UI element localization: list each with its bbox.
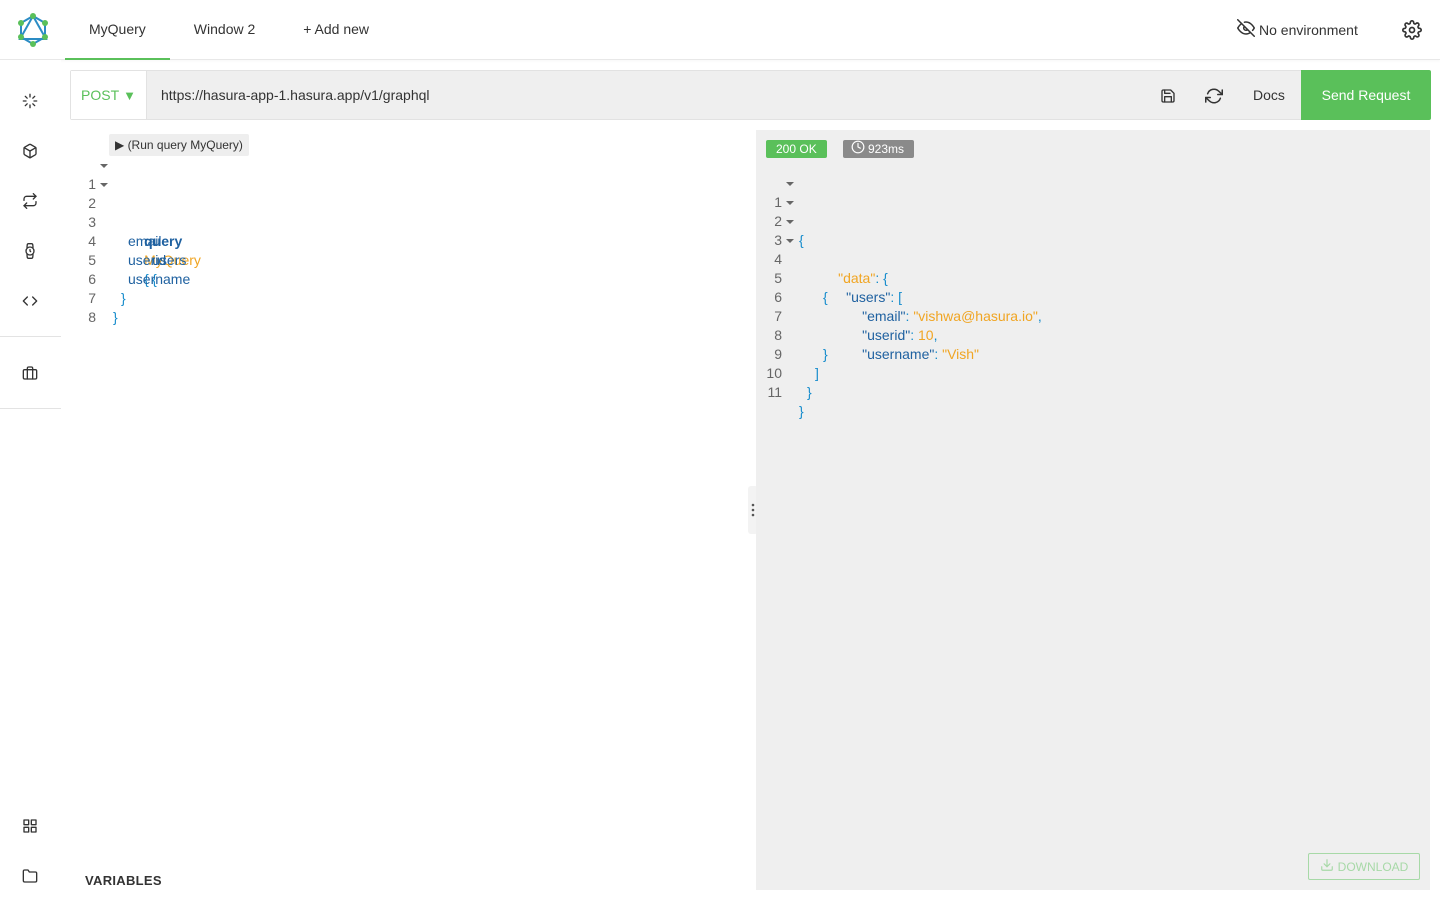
code-line: 8 [70, 289, 96, 325]
top-bar: MyQuery Window 2 + Add new No environmen… [0, 0, 1440, 60]
eye-off-icon [1237, 19, 1255, 40]
response-time-value: 923ms [868, 142, 905, 156]
variables-panel-toggle[interactable]: VARIABLES [85, 873, 162, 888]
http-method-label: POST [81, 87, 120, 103]
sidebar-divider [0, 336, 61, 337]
code-line: 3 email [70, 194, 161, 249]
request-bar: POST ▼ Docs Send Request [70, 70, 1431, 120]
fold-arrow-icon[interactable] [100, 164, 108, 168]
json-value-username: "Vish" [942, 346, 980, 362]
run-query-hint[interactable]: ▶ (Run query MyQuery) [109, 134, 249, 156]
tab-window-2[interactable]: Window 2 [170, 0, 279, 60]
field-username: username [128, 271, 191, 287]
json-brace: { [799, 232, 804, 248]
sidebar [0, 60, 61, 900]
line-number: 8 [88, 309, 96, 325]
code-line: 2 users { [70, 175, 186, 287]
response-time-badge: 923ms [843, 140, 915, 159]
close-brace: } [113, 309, 118, 325]
json-key-username: "username" [862, 346, 935, 362]
download-icon [1320, 858, 1334, 875]
settings-gear-icon[interactable] [1402, 20, 1422, 45]
fold-arrow-icon[interactable] [100, 183, 108, 187]
briefcase-icon[interactable] [20, 363, 40, 383]
close-brace: } [121, 290, 126, 306]
fold-arrow-icon[interactable] [786, 220, 794, 224]
grid-icon[interactable] [20, 816, 40, 836]
fold-arrow-icon[interactable] [786, 182, 794, 186]
window-tabs: MyQuery Window 2 + Add new [65, 0, 393, 60]
code-line: 6 } [70, 251, 125, 306]
query-editor[interactable]: ▶ (Run query MyQuery) 1 query MyQuery { … [70, 130, 746, 870]
sidebar-divider [0, 408, 61, 409]
code-line: 7 } [70, 270, 117, 325]
save-icon[interactable] [1159, 87, 1177, 105]
line-number: 11 [767, 384, 782, 400]
folder-icon[interactable] [20, 866, 40, 886]
fold-arrow-icon[interactable] [786, 201, 794, 205]
send-request-button[interactable]: Send Request [1301, 70, 1431, 120]
field-email: email [128, 233, 162, 249]
cube-icon[interactable] [20, 141, 40, 161]
response-panel: 200 OK 923ms 1 { 2 "data": { 3 "users": … [756, 130, 1430, 890]
clock-icon [851, 140, 865, 159]
add-new-tab-button[interactable]: + Add new [279, 0, 393, 60]
download-label: DOWNLOAD [1337, 859, 1409, 874]
environment-label: No environment [1259, 21, 1358, 38]
field-userid: userid [128, 252, 167, 268]
status-badge: 200 OK [766, 140, 827, 158]
refresh-icon[interactable] [1205, 87, 1223, 105]
http-method-select[interactable]: POST ▼ [71, 71, 147, 119]
code-line: 4 userid [70, 213, 166, 268]
code-line: 5 username [70, 232, 190, 287]
graphql-logo-icon[interactable] [15, 12, 51, 48]
drag-dots-icon [751, 503, 755, 517]
fold-arrow-icon[interactable] [786, 239, 794, 243]
endpoint-url-input[interactable] [161, 71, 1121, 119]
repeat-icon[interactable] [20, 191, 40, 211]
caret-down-icon: ▼ [123, 87, 136, 103]
tab-myquery[interactable]: MyQuery [65, 0, 170, 60]
spinner-icon[interactable] [20, 91, 40, 111]
environment-selector[interactable]: No environment [1237, 19, 1358, 40]
watch-icon[interactable] [20, 241, 40, 261]
docs-button[interactable]: Docs [1253, 71, 1285, 119]
download-button[interactable]: DOWNLOAD [1308, 853, 1420, 880]
code-line: 1 query MyQuery { [70, 156, 201, 287]
code-icon[interactable] [20, 291, 40, 311]
